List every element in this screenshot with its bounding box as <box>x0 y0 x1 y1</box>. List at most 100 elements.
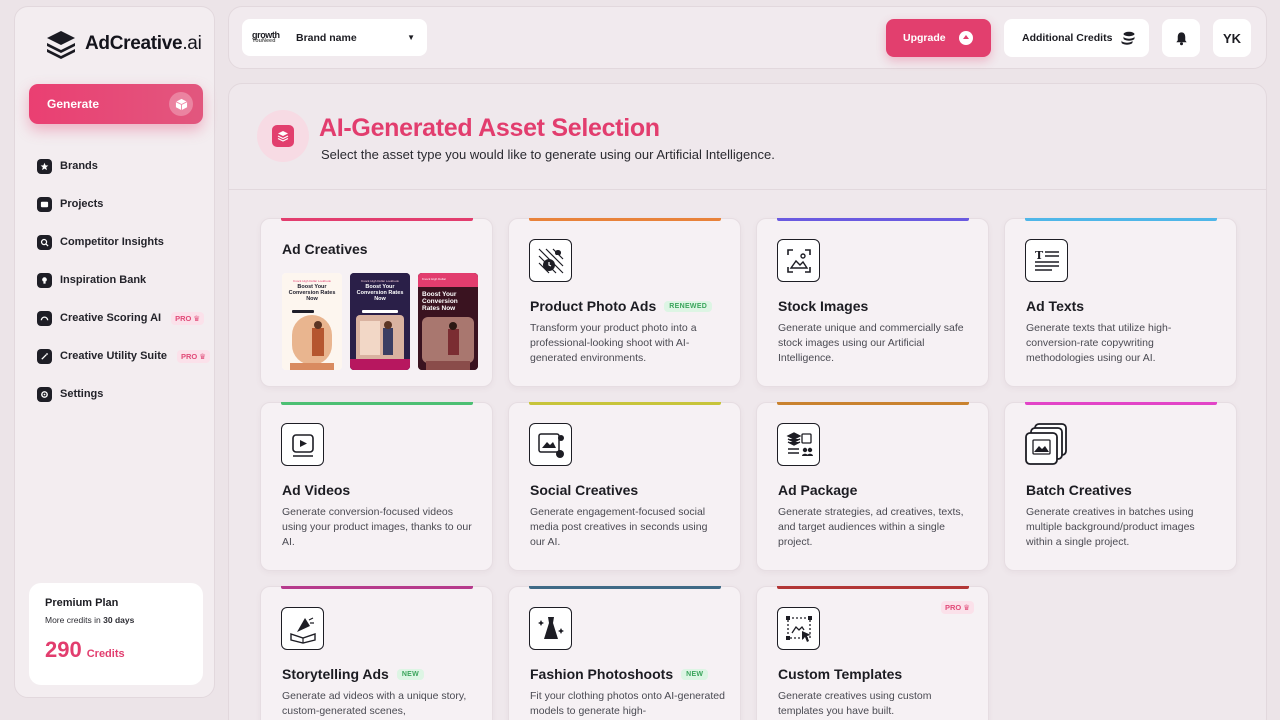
card-ad-texts[interactable]: T Ad Texts Generate texts that utilize h… <box>1004 218 1237 387</box>
credits-count: 290 <box>45 637 82 662</box>
sidebar-item-inspiration-bank[interactable]: Inspiration Bank <box>37 261 212 299</box>
generate-label: Generate <box>47 97 100 111</box>
card-accent-bar <box>281 586 473 589</box>
product-photo-icon <box>529 239 572 282</box>
crown-icon: ♛ <box>963 603 970 612</box>
sidebar-item-brands[interactable]: Brands <box>37 147 212 185</box>
sidebar-nav: Brands Projects Competitor Insights Insp… <box>37 147 212 413</box>
gear-icon <box>37 386 52 402</box>
sidebar-item-label: Creative Utility Suite <box>60 350 167 362</box>
logo[interactable]: AdCreative.ai <box>45 29 202 59</box>
card-accent-bar <box>1025 218 1217 221</box>
social-icon <box>529 423 572 466</box>
sidebar-item-projects[interactable]: Projects <box>37 185 212 223</box>
template-icon <box>777 607 820 650</box>
sidebar-item-label: Creative Scoring AI <box>60 312 162 324</box>
card-product-photo-ads[interactable]: Product Photo Ads RENEWED Transform your … <box>508 218 741 387</box>
card-title: Product Photo Ads RENEWED <box>530 298 713 314</box>
gauge-icon <box>37 310 52 326</box>
card-accent-bar <box>281 402 473 405</box>
sidebar-item-creative-scoring-ai[interactable]: Creative Scoring AI PRO ♛ <box>37 299 212 337</box>
image-icon <box>777 239 820 282</box>
card-description: Generate unique and commercially safe st… <box>778 322 964 364</box>
search-icon <box>37 234 52 250</box>
card-description: Transform your product photo into a prof… <box>530 322 697 364</box>
sidebar-item-label: Brands <box>60 160 98 172</box>
top-bar: growth YouNeed Brand name ▼ Upgrade Addi… <box>228 6 1267 69</box>
dress-icon <box>529 607 572 650</box>
notifications-button[interactable] <box>1162 19 1200 57</box>
coins-icon <box>1121 31 1135 45</box>
plan-card[interactable]: Premium Plan More credits in 30 days 290… <box>29 583 203 685</box>
card-accent-bar <box>529 218 721 221</box>
ad-thumbnail: Knock High Dollar Lookbook Boost Your Co… <box>282 273 342 370</box>
avatar[interactable]: YK <box>1213 19 1251 57</box>
page-header: AI-Generated Asset Selection Select the … <box>229 84 1266 190</box>
layers-logo-icon <box>47 31 75 59</box>
card-description: Generate strategies, ad creatives, texts… <box>778 506 964 548</box>
upgrade-label: Upgrade <box>903 32 946 44</box>
sidebar-item-label: Settings <box>60 388 104 400</box>
asset-selection-icon <box>257 110 309 162</box>
card-ad-videos[interactable]: Ad Videos Generate conversion-focused vi… <box>260 402 493 571</box>
pro-badge: PRO ♛ <box>171 311 205 325</box>
card-title: Batch Creatives <box>1026 482 1132 498</box>
card-description: Fit your clothing photos onto AI-generat… <box>530 690 725 717</box>
card-stock-images[interactable]: Stock Images Generate unique and commerc… <box>756 218 989 387</box>
card-storytelling-ads[interactable]: Storytelling Ads NEW Generate ad videos w… <box>260 586 493 720</box>
page-title: AI-Generated Asset Selection <box>319 114 660 142</box>
renewed-badge: RENEWED <box>664 300 713 312</box>
card-title: Storytelling Ads NEW <box>282 666 425 682</box>
card-description: Generate creatives using custom template… <box>778 690 932 717</box>
package-icon <box>777 423 820 466</box>
card-fashion-photoshoots[interactable]: Fashion Photoshoots NEW Fit your clothing… <box>508 586 741 720</box>
additional-credits-button[interactable]: Additional Credits <box>1004 19 1149 57</box>
crown-icon: ♛ <box>199 351 206 361</box>
ad-creative-thumbnails: Knock High Dollar Lookbook Boost Your Co… <box>282 273 478 370</box>
star-icon <box>37 158 52 174</box>
pro-badge: PRO ♛ <box>941 601 974 614</box>
bell-icon <box>1175 31 1187 45</box>
ad-headline: Boost Your Conversion Rates Now <box>288 284 336 302</box>
card-description: Generate creatives in batches using mult… <box>1026 506 1195 548</box>
sidebar-item-label: Inspiration Bank <box>60 274 147 286</box>
ad-eyebrow: Knock High Dollar Lookbook <box>293 279 331 283</box>
sidebar-item-label: Competitor Insights <box>60 236 164 248</box>
card-description: Generate conversion-focused videos using… <box>282 506 472 548</box>
sidebar: AdCreative.ai Generate Brands Projects C… <box>14 6 215 698</box>
ad-eyebrow: Knock High Dollar <box>422 277 447 281</box>
wand-icon <box>37 348 52 364</box>
ad-eyebrow: Knock High Dollar Lookbook <box>361 279 399 283</box>
card-title: Ad Texts <box>1026 298 1085 314</box>
sidebar-item-competitor-insights[interactable]: Competitor Insights <box>37 223 212 261</box>
card-description: Generate texts that utilize high-convers… <box>1026 322 1172 364</box>
brand-name: Brand name <box>296 31 357 44</box>
card-social-creatives[interactable]: Social Creatives Generate engagement-foc… <box>508 402 741 571</box>
ad-headline: Boost Your Conversion Rates Now <box>356 284 404 302</box>
video-icon <box>281 423 324 466</box>
caret-down-icon: ▼ <box>407 33 415 42</box>
card-title: Ad Videos <box>282 482 351 498</box>
arrow-up-icon <box>959 31 973 45</box>
card-accent-bar <box>529 586 721 589</box>
card-title: Social Creatives <box>530 482 639 498</box>
upgrade-button[interactable]: Upgrade <box>886 19 991 57</box>
card-accent-bar <box>777 218 969 221</box>
bulb-icon <box>37 272 52 288</box>
brand-select[interactable]: growth YouNeed Brand name ▼ <box>242 19 427 56</box>
sidebar-item-creative-utility-suite[interactable]: Creative Utility Suite PRO ♛ <box>37 337 212 375</box>
crown-icon: ♛ <box>193 313 201 323</box>
main-panel: AI-Generated Asset Selection Select the … <box>228 83 1267 720</box>
generate-button[interactable]: Generate <box>29 84 203 124</box>
card-custom-templates[interactable]: PRO ♛ Custom Templates Generate creatives… <box>756 586 989 720</box>
plan-credits: 290 Credits <box>45 637 187 663</box>
card-batch-creatives[interactable]: Batch Creatives Generate creatives in ba… <box>1004 402 1237 571</box>
plan-title: Premium Plan <box>45 597 119 609</box>
card-accent-bar <box>529 402 721 405</box>
card-ad-creatives[interactable]: Ad Creatives Knock High Dollar Lookbook … <box>260 218 493 387</box>
sidebar-item-settings[interactable]: Settings <box>37 375 212 413</box>
card-accent-bar <box>777 586 969 589</box>
sidebar-item-label: Projects <box>60 198 104 210</box>
additional-credits-label: Additional Credits <box>1022 32 1113 44</box>
card-ad-package[interactable]: Ad Package Generate strategies, ad creat… <box>756 402 989 571</box>
